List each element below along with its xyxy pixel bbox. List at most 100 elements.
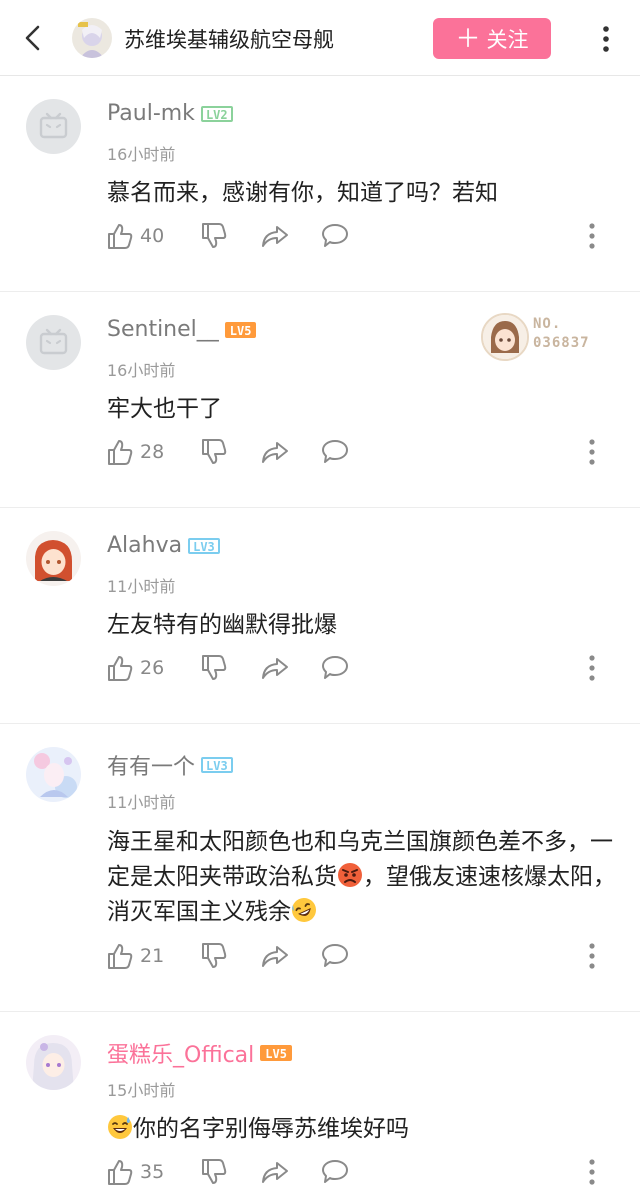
level-badge: LV5: [260, 1045, 292, 1061]
like-button[interactable]: 26: [106, 653, 164, 683]
timestamp: 15小时前: [107, 1081, 176, 1100]
top-bar: 苏维埃基辅级航空母舰 ＋ 关注: [0, 0, 640, 76]
like-count: 35: [140, 1161, 165, 1183]
username[interactable]: Alahva LV3: [107, 533, 220, 558]
thumb-up-icon: [108, 440, 133, 465]
reply-button[interactable]: [320, 941, 350, 971]
thumb-up-icon: [108, 944, 133, 969]
level-badge: LV2: [200, 105, 233, 122]
dislike-button[interactable]: [200, 221, 228, 251]
comment-icon: [322, 1160, 348, 1183]
thumb-down-icon: [202, 655, 227, 680]
avatar[interactable]: [26, 99, 81, 154]
comment-text: 左友特有的幽默得批爆: [107, 612, 337, 638]
level-badge: LV3: [201, 757, 233, 773]
thumb-up-icon: [108, 656, 133, 681]
action-bar: 35: [106, 1157, 626, 1187]
thumb-up-icon: [108, 224, 133, 249]
sweat-smile-face-icon: [108, 1115, 132, 1139]
timestamp: 16小时前: [107, 145, 176, 164]
reply-button[interactable]: [320, 221, 350, 251]
follow-button[interactable]: ＋ 关注: [433, 18, 551, 59]
more-icon[interactable]: [582, 437, 602, 467]
avatar[interactable]: [26, 747, 81, 802]
timestamp: 16小时前: [107, 361, 176, 380]
reply-button[interactable]: [320, 1157, 350, 1187]
share-icon: [262, 658, 288, 679]
action-bar: 21: [106, 941, 626, 971]
action-bar: 26: [106, 653, 626, 683]
like-button[interactable]: 21: [106, 941, 164, 971]
back-arrow-icon: [25, 25, 40, 51]
reply-button[interactable]: [320, 437, 350, 467]
share-button[interactable]: [260, 1157, 290, 1187]
share-icon: [262, 226, 288, 247]
avatar[interactable]: [26, 315, 81, 370]
level-badge: LV5: [224, 321, 257, 338]
dislike-button[interactable]: [200, 941, 228, 971]
dislike-button[interactable]: [200, 653, 228, 683]
comment-text: 牢大也干了: [107, 396, 222, 422]
timestamp: 11小时前: [107, 793, 176, 812]
comment-icon: [322, 440, 348, 463]
like-button[interactable]: 40: [106, 221, 164, 251]
comment-text: 慕名而来，感谢有你，知道了吗？若知: [107, 180, 498, 206]
reply-button[interactable]: [320, 653, 350, 683]
comment-icon: [322, 656, 348, 679]
like-button[interactable]: 28: [106, 437, 164, 467]
share-icon: [262, 946, 288, 967]
page-title: 苏维埃基辅级航空母舰: [124, 28, 334, 52]
thumb-down-icon: [202, 943, 227, 968]
thumb-down-icon: [202, 439, 227, 464]
badge-avatar: [481, 313, 529, 361]
share-icon: [262, 1162, 288, 1183]
dislike-button[interactable]: [200, 1157, 228, 1187]
follow-label: 关注: [486, 27, 529, 52]
plus-icon: ＋: [455, 24, 481, 53]
more-options-icon[interactable]: [596, 24, 616, 54]
comment-item: 蛋糕乐_Offical LV5 15小时前 你的名字别侮辱苏维埃好吗 35: [0, 1013, 640, 1200]
comment-text: 海王星和太阳颜色也和乌克兰国旗颜色差不多，一定是太阳夹带政治私货 ，望俄友速速核爆…: [107, 829, 616, 925]
username[interactable]: Paul-mk LV2: [107, 101, 233, 126]
thumb-up-icon: [108, 1160, 133, 1185]
more-icon[interactable]: [582, 941, 602, 971]
share-button[interactable]: [260, 221, 290, 251]
like-count: 28: [140, 441, 165, 463]
like-count: 26: [140, 657, 165, 679]
like-count: 40: [140, 225, 165, 247]
angry-face-icon: [338, 863, 362, 887]
more-icon[interactable]: [582, 653, 602, 683]
username[interactable]: Sentinel__ LV5: [107, 317, 257, 342]
share-icon: [262, 442, 288, 463]
action-bar: 40: [106, 221, 626, 251]
share-button[interactable]: [260, 653, 290, 683]
thumb-down-icon: [202, 1159, 227, 1184]
comment-icon: [322, 224, 348, 247]
username[interactable]: 蛋糕乐_Offical LV5: [107, 1037, 292, 1069]
share-button[interactable]: [260, 941, 290, 971]
rofl-face-icon: [292, 898, 316, 922]
username[interactable]: 有有一个 LV3: [107, 749, 233, 781]
comment-item: Alahva LV3 11小时前 左友特有的幽默得批爆 26: [0, 509, 640, 724]
badge-label: NO.: [533, 316, 562, 332]
comment-text: 你的名字别侮辱苏维埃好吗: [107, 1113, 617, 1145]
more-icon[interactable]: [582, 221, 602, 251]
thumb-down-icon: [202, 223, 227, 248]
share-button[interactable]: [260, 437, 290, 467]
up-avatar[interactable]: [72, 18, 112, 58]
fan-badge: NO. 036837: [481, 313, 611, 363]
like-button[interactable]: 35: [106, 1157, 164, 1187]
dislike-button[interactable]: [200, 437, 228, 467]
like-count: 21: [140, 945, 165, 967]
comment-item: Sentinel__ LV5 NO. 036837 16小时前 牢大也干了 28: [0, 293, 640, 508]
avatar[interactable]: [26, 1035, 81, 1090]
comment-icon: [322, 944, 348, 967]
comment-item: Paul-mk LV2 16小时前 慕名而来，感谢有你，知道了吗？若知 40: [0, 77, 640, 292]
more-icon[interactable]: [582, 1157, 602, 1187]
badge-number: 036837: [533, 335, 590, 351]
avatar[interactable]: [26, 531, 81, 586]
level-badge: LV3: [188, 537, 220, 554]
action-bar: 28: [106, 437, 626, 467]
back-button[interactable]: [18, 22, 48, 54]
comment-item: 有有一个 LV3 11小时前 海王星和太阳颜色也和乌克兰国旗颜色差不多，一定是太阳…: [0, 725, 640, 1012]
